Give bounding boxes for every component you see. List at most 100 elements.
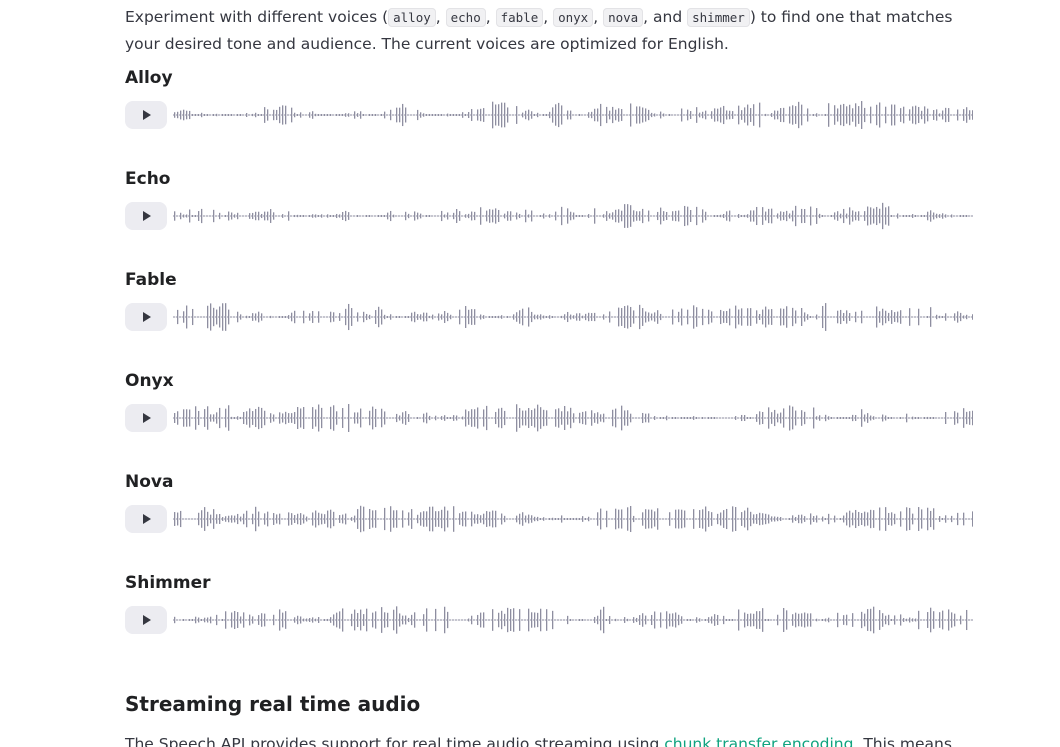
waveform-bar [525, 410, 527, 426]
chunk-transfer-encoding-link[interactable]: chunk transfer encoding [664, 735, 853, 747]
audio-waveform[interactable] [173, 504, 973, 534]
separator: , [543, 7, 554, 26]
waveform-bar [234, 610, 236, 630]
waveform-bar [705, 506, 707, 532]
waveform-bar [759, 512, 761, 526]
waveform-bar [672, 417, 674, 419]
waveform-bar [816, 113, 818, 117]
waveform-bar [252, 411, 254, 425]
waveform-bar [648, 312, 650, 322]
waveform-bar [603, 413, 605, 423]
waveform-bar [591, 410, 593, 426]
waveform-bar [906, 316, 908, 318]
waveform-bar [969, 316, 971, 318]
waveform-bar [516, 515, 518, 523]
waveform-bar [438, 511, 440, 527]
waveform-bar [936, 213, 938, 219]
waveform-bar [900, 108, 902, 122]
waveform-bar [528, 608, 530, 632]
waveform-bar [780, 308, 782, 326]
waveform-bar [552, 610, 554, 630]
waveform-bar [444, 114, 446, 116]
waveform-bar [507, 211, 509, 221]
audio-waveform[interactable] [173, 302, 973, 332]
waveform-bar [636, 518, 638, 520]
waveform-bar [213, 209, 215, 223]
waveform-bar [891, 104, 893, 126]
waveform-bar [174, 512, 176, 526]
waveform-bar [303, 514, 305, 524]
waveform-bar [405, 316, 407, 318]
waveform-bar [261, 518, 263, 520]
waveform-bar [672, 613, 674, 627]
waveform-bar [402, 215, 404, 217]
waveform-bar [354, 215, 356, 217]
waveform-bar [366, 518, 368, 520]
waveform-bar [477, 316, 479, 318]
audio-waveform[interactable] [173, 605, 973, 635]
waveform-bar [387, 417, 389, 419]
waveform-bar [291, 107, 293, 123]
waveform-bar [795, 410, 797, 426]
play-button[interactable] [125, 202, 167, 230]
waveform-bar [210, 514, 212, 524]
audio-waveform[interactable] [173, 403, 973, 433]
play-button[interactable] [125, 303, 167, 331]
waveform-bar [840, 104, 842, 126]
waveform-bar [384, 215, 386, 217]
play-button[interactable] [125, 101, 167, 129]
waveform-bar [219, 513, 221, 525]
waveform-bar [933, 508, 935, 530]
waveform-bar [882, 414, 884, 422]
waveform-bar [681, 509, 683, 529]
waveform-bar [231, 316, 233, 318]
waveform-bar [207, 114, 209, 116]
code-shimmer: shimmer [687, 7, 750, 27]
waveform-bar [612, 409, 614, 427]
waveform-bar [837, 211, 839, 221]
waveform-bar [441, 114, 443, 116]
waveform-bar [522, 410, 524, 426]
waveform-bar [252, 212, 254, 220]
waveform-bar [525, 110, 527, 120]
waveform-bar [870, 608, 872, 632]
play-button[interactable] [125, 606, 167, 634]
waveform-bar [204, 507, 206, 531]
waveform-bar [210, 303, 212, 331]
audio-waveform[interactable] [173, 100, 973, 130]
waveform-bar [807, 518, 809, 520]
waveform-bar [375, 510, 377, 528]
waveform-bar [495, 619, 497, 621]
play-button[interactable] [125, 505, 167, 533]
waveform-bar [912, 316, 914, 318]
waveform-bar [675, 210, 677, 222]
waveform-bar [423, 614, 425, 626]
waveform-bar [198, 211, 200, 221]
waveform-bar [309, 618, 311, 622]
waveform-bar [342, 408, 344, 428]
waveform-bar [915, 417, 917, 419]
waveform-bar [930, 417, 932, 419]
waveform-bar [450, 518, 452, 520]
waveform-bar [561, 411, 563, 425]
waveform-bar [621, 210, 623, 222]
waveform-bar [789, 405, 791, 431]
play-button[interactable] [125, 404, 167, 432]
waveform-bar [840, 213, 842, 219]
waveform-bar [969, 518, 971, 520]
waveform-bar [558, 215, 560, 217]
waveform-bar [183, 619, 185, 621]
waveform-bar [447, 113, 449, 117]
waveform-bar [363, 311, 365, 323]
waveform-bar [633, 210, 635, 222]
waveform-bar [174, 112, 176, 118]
waveform-bar [753, 417, 755, 419]
waveform-bar [192, 114, 194, 116]
waveform-bar [552, 107, 554, 123]
audio-waveform[interactable] [173, 201, 973, 231]
waveform-bar [399, 518, 401, 520]
waveform-bar [261, 213, 263, 219]
waveform-bar [930, 510, 932, 528]
waveform-bar [753, 613, 755, 627]
waveform-bar [789, 619, 791, 621]
